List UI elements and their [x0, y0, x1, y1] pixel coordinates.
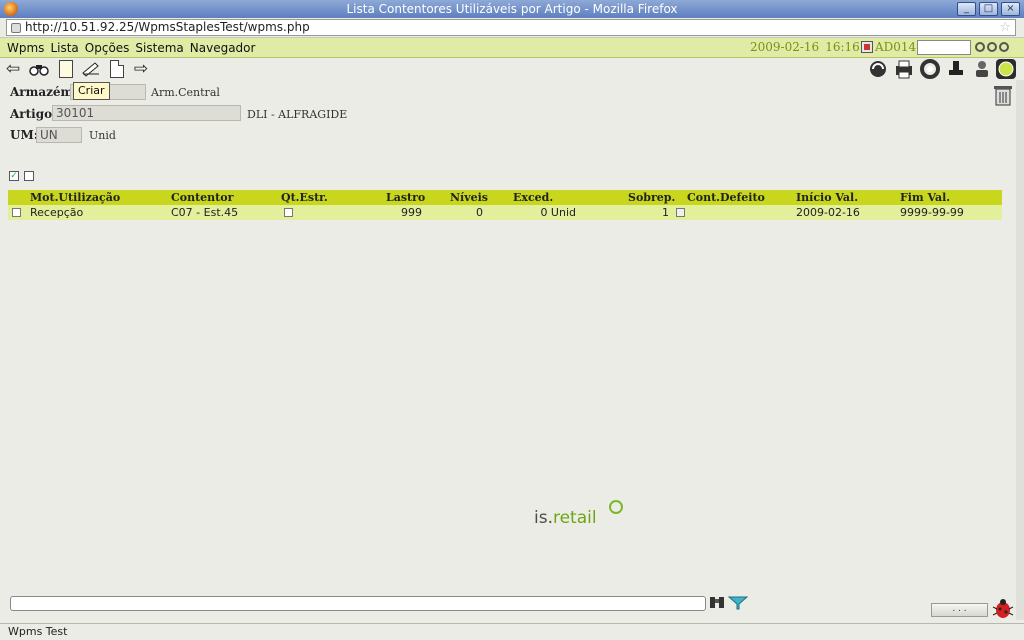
menu-wpms[interactable]: Wpms — [7, 41, 44, 55]
exit-icon[interactable] — [996, 59, 1016, 79]
select-none-checkbox[interactable] — [24, 171, 34, 181]
um-label: UM: — [10, 128, 39, 142]
new-document-icon[interactable] — [55, 59, 77, 79]
command-input[interactable] — [10, 596, 706, 611]
status-text: Wpms Test — [8, 625, 68, 638]
menu-lista[interactable]: Lista — [50, 41, 78, 55]
url-input[interactable]: http://10.51.92.25/WpmsStaplesTest/wpms.… — [6, 19, 1016, 36]
cell-sobrep: 1 — [662, 206, 669, 219]
session-date: 2009-02-16 — [750, 40, 820, 54]
session-datetime: 2009-02-16 16:16 — [750, 40, 860, 54]
is-retail-logo: is.retail — [534, 508, 597, 528]
circle-icon-2[interactable] — [987, 42, 997, 52]
main-menu: Wpms Lista Opções Sistema Navegador — [7, 41, 255, 55]
forward-arrow-icon[interactable]: ⇨ — [130, 59, 152, 79]
cell-fim-val: 9999-99-99 — [900, 206, 964, 219]
col-cont-defeito[interactable]: Cont.Defeito — [687, 190, 765, 205]
app-toolbar: ⇦ ⇨ — [0, 58, 1024, 80]
cell-exced: 0 Unid — [540, 206, 576, 219]
artigo-description: DLI - ALFRAGIDE — [247, 108, 348, 121]
bug-report-icon[interactable] — [991, 598, 1015, 620]
menu-sistema[interactable]: Sistema — [135, 41, 183, 55]
col-mot-utilizacao[interactable]: Mot.Utilização — [30, 190, 120, 205]
edit-icon[interactable] — [80, 59, 102, 79]
back-arrow-icon[interactable]: ⇦ — [2, 59, 24, 79]
col-qt-estr[interactable]: Qt.Estr. — [281, 190, 328, 205]
cell-niveis: 0 — [476, 206, 483, 219]
col-lastro[interactable]: Lastro — [386, 190, 425, 205]
cont-defeito-checkbox[interactable] — [676, 208, 685, 217]
menu-navegador[interactable]: Navegador — [190, 41, 256, 55]
maximize-button[interactable]: □ — [979, 2, 998, 16]
navigation-bar: http://10.51.92.25/WpmsStaplesTest/wpms.… — [0, 18, 1024, 38]
app-menubar: Wpms Lista Opções Sistema Navegador 2009… — [0, 38, 1024, 58]
logo-part2: retail — [552, 508, 597, 528]
copy-page-icon[interactable] — [106, 59, 128, 79]
calendar-icon[interactable] — [861, 41, 873, 53]
cell-mot-utilizacao: Recepção — [30, 206, 84, 219]
more-button[interactable]: . . . — [931, 603, 988, 617]
artigo-field[interactable]: 30101 — [52, 105, 241, 121]
cell-lastro: 999 — [401, 206, 422, 219]
binoculars-icon[interactable] — [28, 59, 50, 79]
col-exced[interactable]: Exced. — [513, 190, 553, 205]
circle-icon-3[interactable] — [999, 42, 1009, 52]
session-time: 16:16 — [825, 40, 860, 54]
col-contentor[interactable]: Contentor — [171, 190, 233, 205]
user-icon[interactable] — [972, 59, 992, 79]
cell-contentor: C07 - Est.45 — [171, 206, 239, 219]
url-text: http://10.51.92.25/WpmsStaplesTest/wpms.… — [25, 20, 310, 34]
um-field[interactable]: UN — [36, 127, 82, 143]
help-lifebuoy-icon[interactable] — [920, 59, 940, 79]
user-id: AD014 — [875, 40, 917, 54]
stamp-icon[interactable] — [946, 59, 966, 79]
col-sobrep[interactable]: Sobrep. — [628, 190, 675, 205]
um-description: Unid — [89, 129, 116, 142]
minimize-button[interactable]: _ — [957, 2, 976, 16]
armazem-label: Armazém: — [10, 85, 78, 99]
col-fim-val[interactable]: Fim Val. — [900, 190, 950, 205]
close-button[interactable]: × — [1001, 2, 1020, 16]
menu-opcoes[interactable]: Opções — [85, 41, 130, 55]
firefox-icon — [4, 2, 18, 16]
quick-input[interactable] — [917, 40, 971, 55]
artigo-label: Artigo: — [10, 107, 57, 121]
tooltip: Criar — [73, 82, 110, 100]
row-select-checkbox[interactable] — [12, 208, 21, 217]
logo-mark-icon — [609, 500, 623, 514]
window-dots — [975, 42, 1009, 52]
grid-header: Mot.Utilização Contentor Qt.Estr. Lastro… — [8, 190, 1002, 205]
search-binoculars-icon[interactable] — [709, 594, 725, 610]
status-bar: Wpms Test — [0, 623, 1024, 640]
containers-grid: Mot.Utilização Contentor Qt.Estr. Lastro… — [8, 190, 1002, 220]
window-controls: _ □ × — [957, 2, 1020, 16]
trash-icon[interactable] — [993, 84, 1013, 106]
print-icon[interactable] — [894, 59, 914, 79]
window-titlebar: Lista Contentores Utilizáveis por Artigo… — [0, 0, 1024, 18]
table-row[interactable]: Recepção C07 - Est.45 999 0 0 Unid 1 200… — [8, 205, 1002, 220]
bookmark-star-icon[interactable]: ☆ — [999, 20, 1011, 35]
filter-funnel-icon[interactable] — [727, 595, 749, 610]
cell-inicio-val: 2009-02-16 — [796, 206, 860, 219]
select-all-checkbox-checked[interactable]: ✓ — [9, 171, 19, 181]
refresh-icon[interactable] — [868, 59, 888, 79]
armazem-description: Arm.Central — [151, 86, 220, 99]
col-inicio-val[interactable]: Início Val. — [796, 190, 858, 205]
logo-part1: is. — [534, 508, 553, 528]
page-edge — [1016, 80, 1024, 620]
window-title: Lista Contentores Utilizáveis por Artigo… — [346, 2, 678, 16]
site-icon — [11, 23, 21, 33]
col-niveis[interactable]: Níveis — [450, 190, 488, 205]
circle-icon-1[interactable] — [975, 42, 985, 52]
qt-estr-checkbox[interactable] — [284, 208, 293, 217]
